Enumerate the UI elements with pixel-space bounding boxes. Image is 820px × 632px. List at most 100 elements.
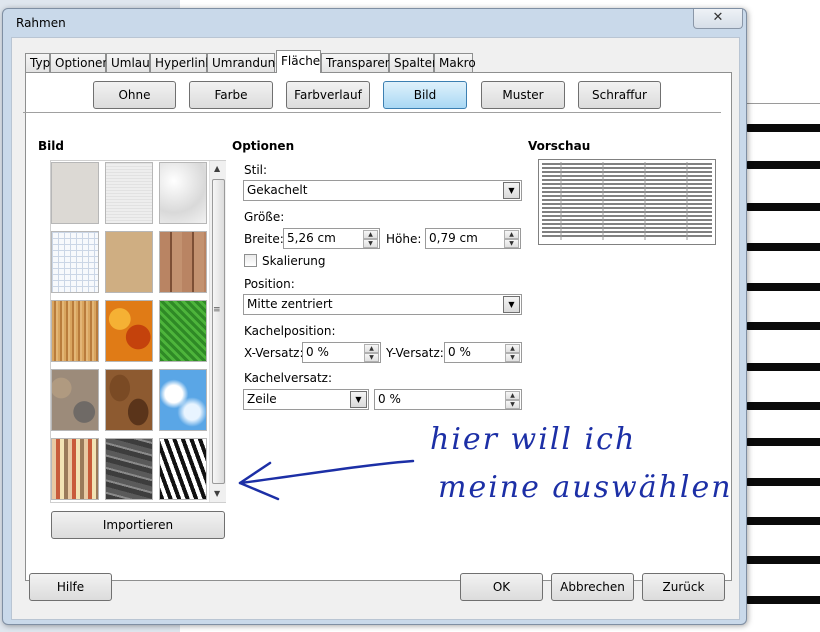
options-section-header: Optionen — [232, 139, 295, 153]
spin-down-icon[interactable]: ▼ — [505, 400, 520, 409]
position-select[interactable]: Mitte zentriert ▼ — [243, 294, 522, 315]
tab-transparenz[interactable]: Transparenz — [321, 53, 399, 72]
bitmap-swatch-autumn-leaves[interactable] — [105, 300, 153, 362]
bitmap-swatch-concrete[interactable] — [51, 162, 99, 224]
chevron-down-icon[interactable]: ▼ — [503, 182, 520, 199]
scaling-label[interactable]: Skalierung — [262, 254, 326, 268]
document-stripe — [745, 161, 820, 169]
close-button[interactable]: ✕ — [693, 9, 743, 29]
fill-gradient-button[interactable]: Farbverlauf — [286, 81, 370, 109]
document-stripe — [745, 438, 820, 446]
spin-down-icon[interactable]: ▼ — [504, 239, 519, 248]
tab-umlauf[interactable]: Umlauf — [106, 53, 154, 72]
bitmap-swatch-sky-clouds[interactable] — [159, 369, 207, 431]
chevron-down-icon[interactable]: ▼ — [350, 391, 367, 408]
tab-umrandung[interactable]: Umrandung — [207, 53, 283, 72]
height-label: Höhe: — [386, 232, 422, 246]
fill-bitmap-button[interactable]: Bild — [383, 81, 467, 109]
fill-color-button[interactable]: Farbe — [189, 81, 273, 109]
bitmap-swatch-wood-planks[interactable] — [159, 231, 207, 293]
preview-header: Vorschau — [528, 139, 591, 153]
help-button[interactable]: Hilfe — [29, 573, 112, 601]
tab-spalten[interactable]: Spalten — [389, 53, 440, 72]
document-stripe — [745, 203, 820, 211]
style-select[interactable]: Gekachelt ▼ — [243, 180, 522, 201]
tab-hyperlink[interactable]: Hyperlink — [150, 53, 212, 72]
tile-offset-spinfield[interactable]: 0 % ▲ ▼ — [374, 389, 522, 410]
ok-button[interactable]: OK — [460, 573, 543, 601]
spin-up-icon[interactable]: ▲ — [505, 391, 520, 400]
document-stripe — [745, 322, 820, 330]
bitmap-swatch-stone-wall[interactable] — [105, 438, 153, 500]
scroll-grip-icon: ≡ — [213, 305, 221, 315]
scroll-down-icon[interactable]: ▼ — [214, 489, 220, 498]
style-value: Gekachelt — [247, 183, 308, 197]
cancel-button[interactable]: Abbrechen — [551, 573, 634, 601]
scaling-checkbox[interactable] — [244, 254, 257, 267]
bitmap-swatch-wood-grain[interactable] — [51, 300, 99, 362]
annotation-line-1: hier will ich — [430, 422, 637, 457]
bitmap-section-header: Bild — [38, 139, 64, 153]
fill-pattern-button[interactable]: Muster — [481, 81, 565, 109]
spin-down-icon[interactable]: ▼ — [364, 353, 379, 362]
annotation-line-2: meine auswählen — [438, 470, 733, 505]
fill-none-button[interactable]: Ohne — [93, 81, 176, 109]
chevron-down-icon[interactable]: ▼ — [503, 296, 520, 313]
y-offset-spinfield[interactable]: 0 % ▲ ▼ — [444, 342, 522, 363]
close-icon: ✕ — [712, 10, 724, 25]
document-stripe — [745, 363, 820, 371]
spin-up-icon[interactable]: ▲ — [364, 344, 379, 353]
bitmap-swatch-paper-white[interactable] — [105, 162, 153, 224]
width-spinfield[interactable]: 5,26 cm ▲ ▼ — [283, 228, 380, 249]
gallery-scrollbar[interactable]: ▲ ≡ ▼ — [209, 161, 226, 502]
bitmap-swatch-zebra[interactable] — [159, 438, 207, 500]
spin-up-icon[interactable]: ▲ — [504, 230, 519, 239]
tile-position-label: Kachelposition: — [244, 324, 336, 338]
width-label: Breite: — [244, 232, 284, 246]
document-stripe — [745, 517, 820, 525]
spin-down-icon[interactable]: ▼ — [363, 239, 378, 248]
x-offset-label: X-Versatz: — [244, 346, 304, 360]
spin-up-icon[interactable]: ▲ — [363, 230, 378, 239]
preview-tile-image — [542, 162, 712, 240]
bitmap-swatch-parchment[interactable] — [105, 231, 153, 293]
x-offset-spinfield[interactable]: 0 % ▲ ▼ — [302, 342, 381, 363]
separator-line — [23, 112, 721, 113]
size-label: Größe: — [244, 210, 285, 224]
document-page — [745, 0, 820, 632]
bitmap-swatch-stucco[interactable] — [159, 162, 207, 224]
back-button[interactable]: Zurück — [642, 573, 725, 601]
bitmap-swatch-grid-paper[interactable] — [51, 231, 99, 293]
document-stripe — [745, 124, 820, 132]
import-button[interactable]: Importieren — [51, 511, 225, 539]
position-value: Mitte zentriert — [247, 297, 333, 311]
y-offset-value: 0 % — [448, 345, 471, 359]
spin-down-icon[interactable]: ▼ — [505, 353, 520, 362]
scroll-thumb[interactable] — [212, 179, 225, 484]
tile-offset-mode-select[interactable]: Zeile ▼ — [243, 389, 369, 410]
bitmap-swatch-grass[interactable] — [159, 300, 207, 362]
document-stripe — [745, 478, 820, 486]
scroll-up-icon[interactable]: ▲ — [214, 164, 220, 173]
spin-up-icon[interactable]: ▲ — [505, 344, 520, 353]
annotation-arrow-icon — [238, 459, 415, 501]
fill-hatching-button[interactable]: Schraffur — [578, 81, 661, 109]
tile-offset-label: Kachelversatz: — [244, 371, 333, 385]
position-label: Position: — [244, 277, 295, 291]
style-label: Stil: — [244, 163, 268, 177]
tab-flaeche[interactable]: Fläche — [276, 50, 321, 73]
tab-makro[interactable]: Makro — [434, 53, 476, 72]
tab-typ[interactable]: Typ — [25, 53, 50, 72]
document-edge-line — [745, 103, 820, 104]
tab-optionen[interactable]: Optionen — [50, 53, 110, 72]
bitmap-swatch-coffee-beans[interactable] — [105, 369, 153, 431]
tile-offset-mode-value: Zeile — [247, 392, 277, 406]
bitmap-swatch-pebbles[interactable] — [51, 369, 99, 431]
dialog-title: Rahmen — [16, 16, 66, 30]
height-spinfield[interactable]: 0,79 cm ▲ ▼ — [425, 228, 521, 249]
document-stripe — [745, 596, 820, 604]
document-stripe — [745, 556, 820, 564]
height-value: 0,79 cm — [429, 231, 478, 245]
width-value: 5,26 cm — [287, 231, 336, 245]
bitmap-swatch-color-squares[interactable] — [51, 438, 99, 500]
